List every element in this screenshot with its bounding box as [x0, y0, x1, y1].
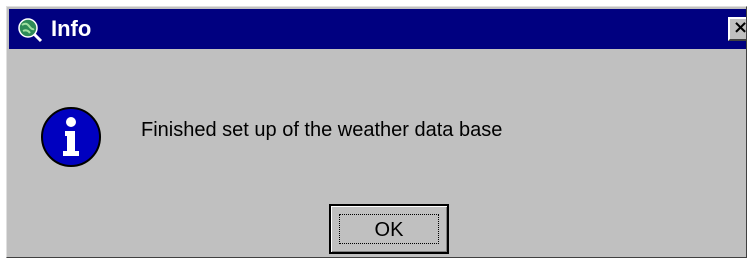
close-button[interactable]: × — [728, 17, 747, 41]
info-dialog: Info × Finished set up of the weather da… — [6, 6, 747, 258]
globe-magnifier-icon — [18, 18, 43, 43]
info-icon — [41, 107, 101, 167]
ok-button[interactable]: OK — [329, 204, 449, 254]
dialog-message: Finished set up of the weather data base — [141, 119, 503, 141]
window-title: Info — [51, 16, 92, 41]
title-bar[interactable]: Info × — [9, 9, 746, 49]
close-icon: × — [733, 17, 747, 38]
ok-button-label: OK — [339, 214, 439, 244]
